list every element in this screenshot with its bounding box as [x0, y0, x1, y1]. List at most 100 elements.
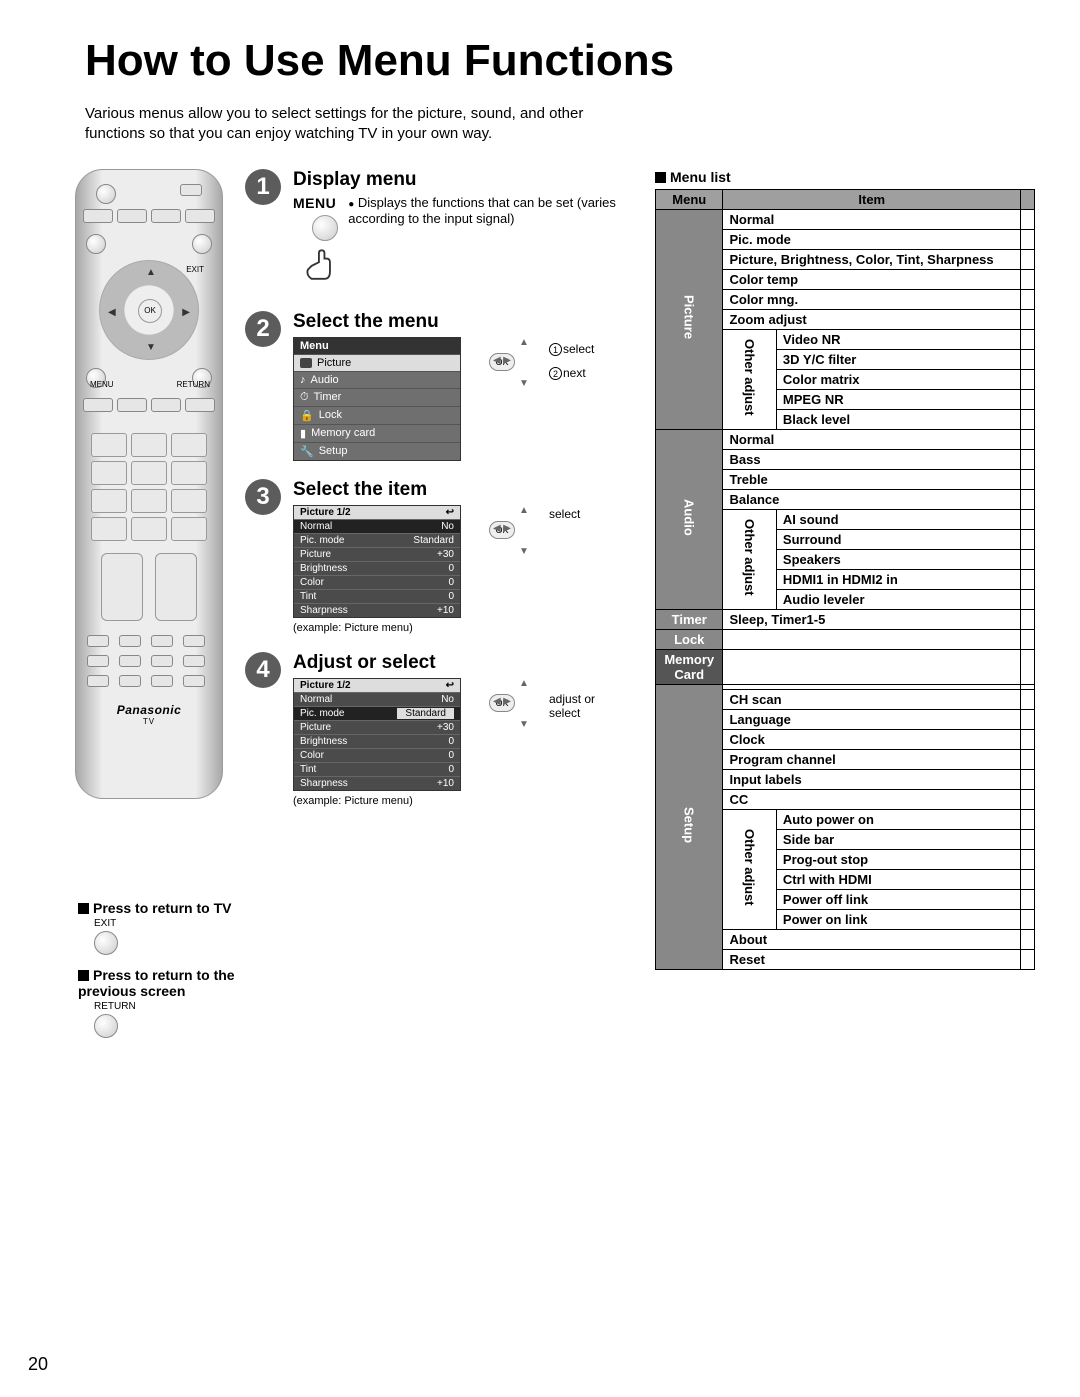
list-item: Bass [723, 449, 1021, 469]
num-button [91, 489, 127, 513]
left-arrow-icon: ◀ [108, 307, 116, 318]
cat-audio: Audio [682, 499, 697, 536]
cat-memory-card: MemoryCard [656, 649, 723, 684]
osd-val: 0 [448, 577, 454, 588]
osd-val: +10 [437, 605, 454, 616]
list-item: About [723, 929, 1021, 949]
osd-caption: (example: Picture menu) [293, 795, 461, 807]
return-to-prev: Press to return to the previous screen [78, 967, 235, 999]
navpad-icon: ▲▼ ◀▶ OK [489, 678, 515, 728]
cat-picture: Picture [682, 295, 697, 339]
remote-button [151, 655, 173, 667]
list-item: Language [723, 709, 1021, 729]
step-title: Adjust or select [293, 652, 635, 674]
col-item: Item [723, 189, 1021, 209]
ok-button: OK [138, 299, 162, 323]
osd-val: Standard [413, 535, 454, 546]
list-item: Normal [723, 209, 1021, 229]
list-item: Balance [723, 489, 1021, 509]
list-item: Input labels [723, 769, 1021, 789]
num-button [131, 433, 167, 457]
remote-button [86, 234, 106, 254]
list-item: Normal [723, 429, 1021, 449]
remote-button [180, 184, 202, 196]
list-item: Ctrl with HDMI [776, 869, 1020, 889]
list-item: Prog-out stop [776, 849, 1020, 869]
list-item: Surround [776, 529, 1020, 549]
square-bullet-icon [78, 970, 89, 981]
num-button [171, 517, 207, 541]
osd-val: No [441, 694, 454, 705]
list-item: Treble [723, 469, 1021, 489]
dpad: OK ▲ ▼ ◀ ▶ [99, 260, 199, 360]
brand-label: Panasonic [117, 703, 182, 717]
wrench-icon: 🔧 [300, 445, 314, 458]
list-item: Power off link [776, 889, 1020, 909]
step-number: 1 [245, 169, 281, 205]
col-blank [1021, 189, 1035, 209]
return-icon: ↩ [446, 680, 454, 691]
step-title: Select the menu [293, 311, 635, 333]
remote-control: EXIT OK ▲ ▼ ◀ ▶ MENU RETURN [75, 169, 223, 799]
osd-key: Color [300, 750, 324, 761]
list-item: Auto power on [776, 809, 1020, 829]
remote-button [87, 675, 109, 687]
return-label: RETURN [177, 380, 210, 389]
list-item [723, 629, 1021, 649]
num-button [131, 461, 167, 485]
nav-label: next [563, 366, 586, 380]
osd-key: Picture [300, 549, 331, 560]
osd-key: Tint [300, 591, 316, 602]
list-item: Side bar [776, 829, 1020, 849]
list-item: Color mng. [723, 289, 1021, 309]
osd-val: 0 [448, 736, 454, 747]
osd-val: No [441, 521, 454, 532]
page-title: How to Use Menu Functions [85, 36, 1035, 86]
osd-key: Normal [300, 694, 332, 705]
osd-menu: Menu Picture ♪Audio ⏱Timer 🔒Lock ▮Memory… [293, 337, 461, 461]
remote-button [119, 655, 141, 667]
nav-label: adjust or select [549, 692, 599, 720]
col-menu: Menu [656, 189, 723, 209]
osd-val: +10 [437, 778, 454, 789]
menulist-heading: Menu list [670, 169, 731, 185]
osd-key: Color [300, 577, 324, 588]
clock-icon: ⏱ [300, 391, 309, 404]
step-4: 4 Adjust or select Picture 1/2↩ NormalNo… [245, 652, 635, 807]
list-item: HDMI1 in HDMI2 in [776, 569, 1020, 589]
channel-rocker [155, 553, 197, 621]
menu-button-icon [312, 215, 338, 241]
page-number: 20 [28, 1354, 48, 1375]
osd-key: Pic. mode [300, 535, 344, 546]
list-item: MPEG NR [776, 389, 1020, 409]
remote-button [151, 635, 173, 647]
osd-val: Standard [397, 708, 454, 719]
list-item: Clock [723, 729, 1021, 749]
nav-label: select [549, 507, 580, 521]
tv-label: TV [143, 717, 155, 726]
sub-other-adjust: Other adjust [742, 519, 757, 596]
list-item: Color matrix [776, 369, 1020, 389]
osd-val: +30 [437, 549, 454, 560]
return-icon: ↩ [446, 507, 454, 518]
step-3: 3 Select the item Picture 1/2↩ NormalNo … [245, 479, 635, 634]
num-button [91, 433, 127, 457]
osd-key: Normal [300, 521, 332, 532]
list-item: Reset [723, 949, 1021, 969]
list-item: Zoom adjust [723, 309, 1021, 329]
menu-label: MENU [90, 380, 114, 389]
num-button [171, 489, 207, 513]
step-1: 1 Display menu MENU ● Displays the funct… [245, 169, 635, 293]
list-item: Video NR [776, 329, 1020, 349]
osd-key: Tint [300, 764, 316, 775]
exit-label: EXIT [94, 918, 278, 929]
circled-1-icon: 1 [549, 343, 562, 356]
cat-lock: Lock [656, 629, 723, 649]
osd-item: Memory card [311, 427, 375, 439]
remote-button [117, 209, 147, 223]
lock-icon: 🔒 [300, 409, 314, 422]
num-button [171, 461, 207, 485]
remote-button [185, 398, 215, 412]
list-item: Sleep, Timer1-5 [723, 609, 1021, 629]
remote-button [151, 398, 181, 412]
